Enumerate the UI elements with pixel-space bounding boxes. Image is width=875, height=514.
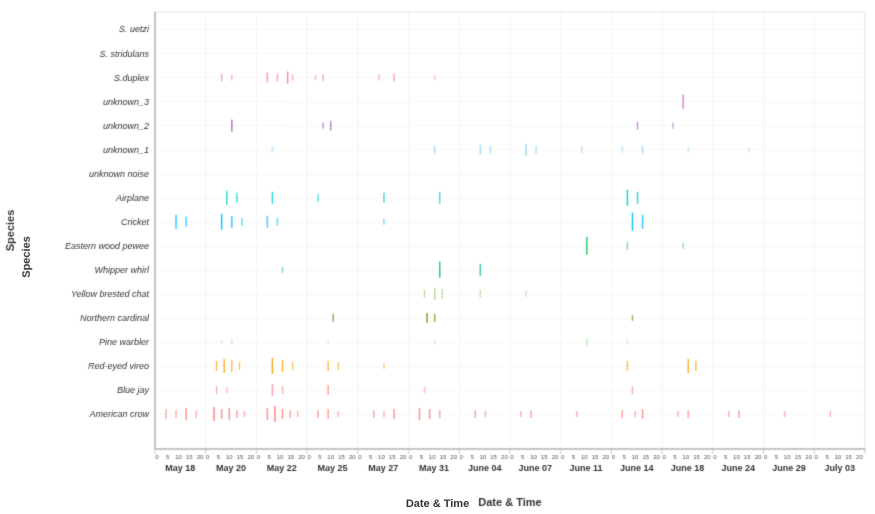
x-axis-label: Date & Time xyxy=(406,498,469,510)
chart-container: Species Date & Time xyxy=(0,0,875,514)
y-axis-label: Species xyxy=(21,236,33,278)
